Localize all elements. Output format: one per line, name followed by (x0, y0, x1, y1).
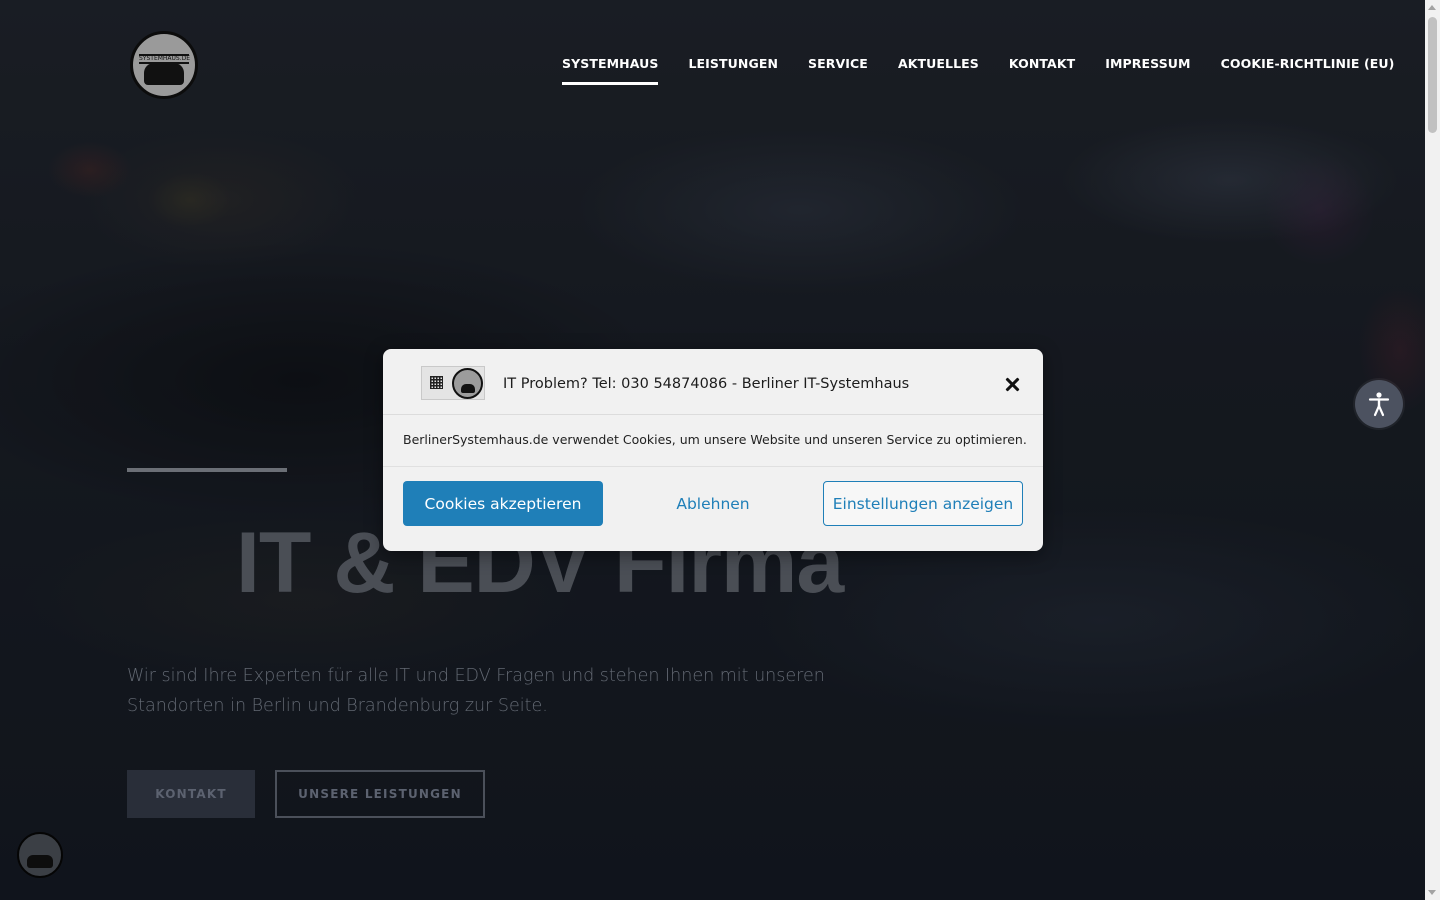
qr-code-icon (430, 376, 443, 389)
logo-emblem-icon (452, 368, 483, 399)
cookie-settings-logo-button[interactable] (17, 832, 63, 878)
nav-item-service[interactable]: SERVICE (808, 56, 868, 71)
nav-item-impressum[interactable]: IMPRESSUM (1105, 56, 1190, 71)
cookie-dialog-header: IT Problem? Tel: 030 54874086 - Berliner… (383, 349, 1043, 415)
corner-logo-figures (27, 855, 53, 868)
cookie-dialog-title: IT Problem? Tel: 030 54874086 - Berliner… (503, 376, 910, 392)
nav-item-aktuelles[interactable]: AKTUELLES (898, 56, 979, 71)
scroll-up-arrow[interactable] (1428, 5, 1436, 10)
nav-item-cookie-richtlinie[interactable]: COOKIE-RICHTLINIE (EU) (1221, 56, 1395, 71)
show-settings-button[interactable]: Einstellungen anzeigen (823, 481, 1023, 526)
close-icon[interactable] (1003, 375, 1023, 395)
main-navigation: SYSTEMHAUS LEISTUNGEN SERVICE AKTUELLES … (562, 56, 1395, 85)
nav-item-kontakt[interactable]: KONTAKT (1009, 56, 1075, 71)
site-logo-text: SYSTEMHAUS.DE (139, 54, 191, 64)
contact-button[interactable]: KONTAKT (127, 770, 255, 818)
site-logo-figures (144, 63, 184, 85)
nav-item-systemhaus[interactable]: SYSTEMHAUS (562, 56, 659, 85)
page-scrollbar[interactable] (1425, 0, 1440, 900)
cookie-dialog-message: BerlinerSystemhaus.de verwendet Cookies,… (403, 432, 1027, 447)
scroll-thumb[interactable] (1428, 17, 1437, 133)
services-button[interactable]: UNSERE LEISTUNGEN (275, 770, 485, 818)
cookie-consent-dialog: IT Problem? Tel: 030 54874086 - Berliner… (383, 349, 1043, 551)
nav-item-leistungen[interactable]: LEISTUNGEN (688, 56, 778, 71)
accessibility-icon (1368, 392, 1390, 417)
hero-text: Wir sind Ihre Experten für alle IT und E… (127, 666, 825, 716)
accessibility-button[interactable] (1355, 380, 1403, 428)
cookie-dialog-logo (421, 366, 485, 400)
deny-cookies-button[interactable]: Ablehnen (613, 481, 813, 526)
accept-cookies-button[interactable]: Cookies akzeptieren (403, 481, 603, 526)
scroll-down-arrow[interactable] (1428, 890, 1436, 895)
site-logo[interactable]: SYSTEMHAUS.DE (130, 31, 198, 99)
cookie-dialog-divider (383, 466, 1043, 467)
hero-divider (127, 468, 287, 472)
